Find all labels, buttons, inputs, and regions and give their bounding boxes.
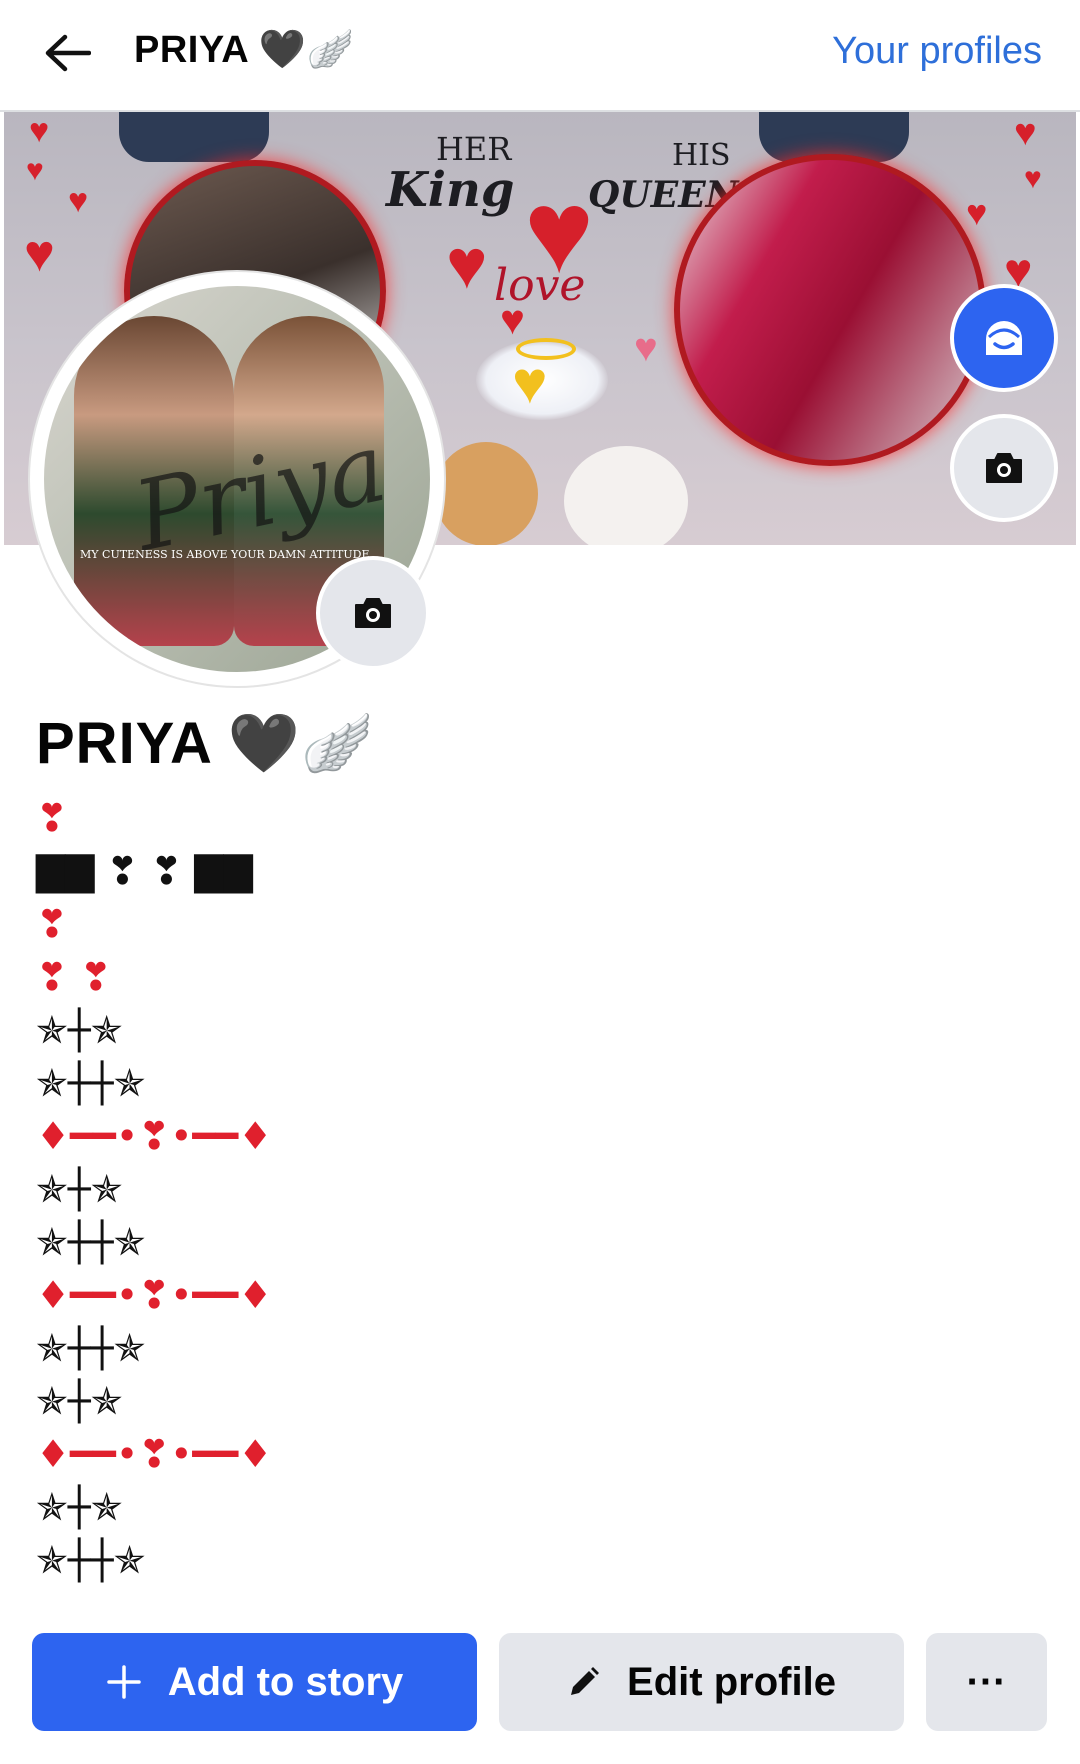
cover-right-portrait [674,154,986,466]
arrow-left-icon [45,34,91,72]
bio-line: ♦━━•❣•━━♦ [36,1432,273,1476]
avatar-create-button[interactable] [950,284,1058,392]
heart-decoration: ♥ [29,112,50,150]
brown-bear-decoration [434,442,538,545]
bio-line: ✯┼✯ [36,1485,123,1529]
cover-camera-button[interactable] [950,414,1058,522]
bio-text: ❣ ▇▇ ❣ ❣ ▇▇ ❣ ❣ ❣ ✯┼✯ ✯┼┼✯ ♦━━•❣•━━♦ ✯┼✯… [36,792,272,1587]
pencil-icon [571,1667,600,1695]
avatar-face-icon [986,321,1022,355]
cover-his-text: HIS [672,138,731,173]
bio-line: ✯┼┼✯ [36,1220,146,1264]
heart-decoration: ♥ [500,296,525,343]
bio-line: ✯┼✯ [36,1167,123,1211]
heart-decoration: ♥ [966,192,988,233]
edit-profile-button[interactable]: Edit profile [499,1633,904,1731]
bio-line: ✯┼✯ [36,1379,123,1423]
bio-line: ✯┼┼✯ [36,1538,146,1582]
bio-line: ✯┼┼✯ [36,1326,146,1370]
heart-decoration: ♥ [1014,112,1037,154]
heart-decoration: ♥ [68,182,89,220]
header-title: PRIYA 🖤🪽 [134,29,355,71]
more-options-button[interactable]: ··· [926,1633,1047,1731]
avatar-caption-text: MY CUTENESS IS ABOVE YOUR DAMN ATTITUDE [80,548,370,561]
edit-profile-label: Edit profile [627,1659,836,1704]
add-to-story-label: Add to story [167,1659,404,1704]
bio-line: ❣ [36,902,68,946]
more-options-label: ··· [966,1659,1007,1704]
heart-decoration: ♥ [24,225,55,283]
top-bar: PRIYA 🖤🪽 Your profiles [0,0,1080,112]
profile-picture-camera-button[interactable] [316,556,430,670]
plus-icon [106,1665,141,1699]
camera-icon [355,598,391,628]
heart-decoration: ♥ [524,166,595,298]
heart-decoration: ♥ [26,154,44,187]
cover-king-text: King [386,162,515,218]
bio-line: ❣ [36,796,68,840]
profile-name: PRIYA 🖤🪽 [36,711,375,776]
bio-line: ▇▇ ❣ ❣ ▇▇ [36,849,253,893]
halo-decoration [516,338,576,360]
bio-line: ✯┼✯ [36,1008,123,1052]
bio-line: ♦━━•❣•━━♦ [36,1273,273,1317]
camera-icon [986,453,1022,483]
heart-decoration: ♥ [446,225,488,303]
back-button[interactable] [36,22,98,84]
bio-line: ♦━━•❣•━━♦ [36,1114,273,1158]
heart-decoration: ♥ [1024,162,1042,195]
add-to-story-button[interactable]: Add to story [32,1633,477,1731]
bio-line: ✯┼┼✯ [36,1061,146,1105]
white-bear-decoration [564,446,688,545]
bio-line: ❣ ❣ [36,955,112,999]
heart-decoration: ♥ [634,326,658,370]
your-profiles-link[interactable]: Your profiles [832,30,1042,73]
crown-decoration [119,112,269,162]
